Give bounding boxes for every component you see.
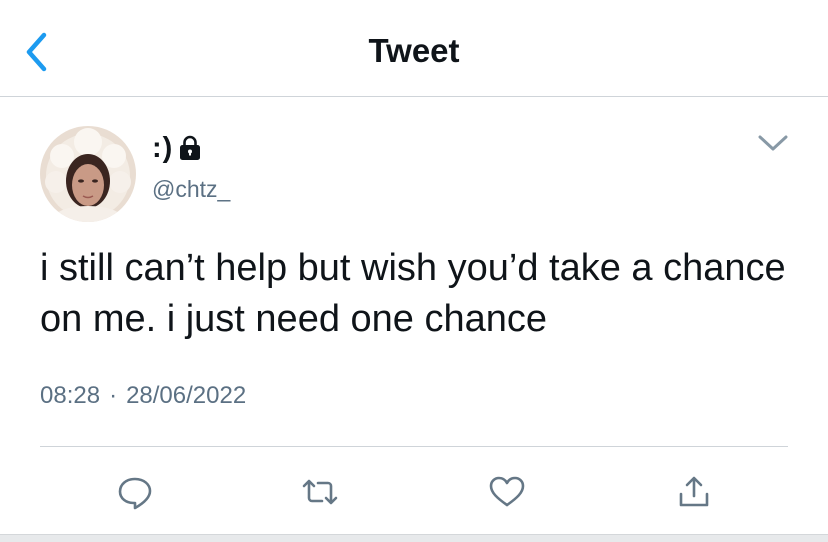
- chevron-down-icon: [758, 135, 788, 151]
- page-title: Tweet: [368, 32, 460, 69]
- lock-icon: [180, 135, 201, 160]
- more-options-button[interactable]: [756, 130, 790, 156]
- share-icon: [679, 476, 709, 507]
- tweet-date: 28/06/2022: [126, 382, 247, 409]
- reply-button[interactable]: [112, 466, 158, 518]
- avatar[interactable]: [40, 126, 136, 222]
- top-nav-bar: Tweet: [0, 0, 828, 97]
- author-display-name: :): [152, 131, 174, 164]
- author-name-row[interactable]: :): [152, 132, 202, 164]
- divider: [40, 446, 788, 447]
- like-button[interactable]: [484, 466, 530, 518]
- heart-icon: [489, 476, 525, 507]
- profile-photo: [40, 126, 136, 222]
- tweet-text: i still can’t help but wish you’d take a…: [40, 247, 786, 340]
- tweet-action-bar: [0, 466, 828, 518]
- retweet-button[interactable]: [297, 466, 343, 518]
- tweet-time: 08:28: [40, 382, 101, 409]
- timestamp-separator: ·: [109, 382, 118, 409]
- retweet-icon: [302, 479, 338, 505]
- comment-bubble-icon: [118, 477, 152, 510]
- author-handle[interactable]: @chtz_: [152, 176, 230, 203]
- bottom-edge: [0, 534, 828, 542]
- tweet-timestamp[interactable]: 08:28 · 28/06/2022: [40, 382, 246, 410]
- share-button[interactable]: [671, 466, 717, 518]
